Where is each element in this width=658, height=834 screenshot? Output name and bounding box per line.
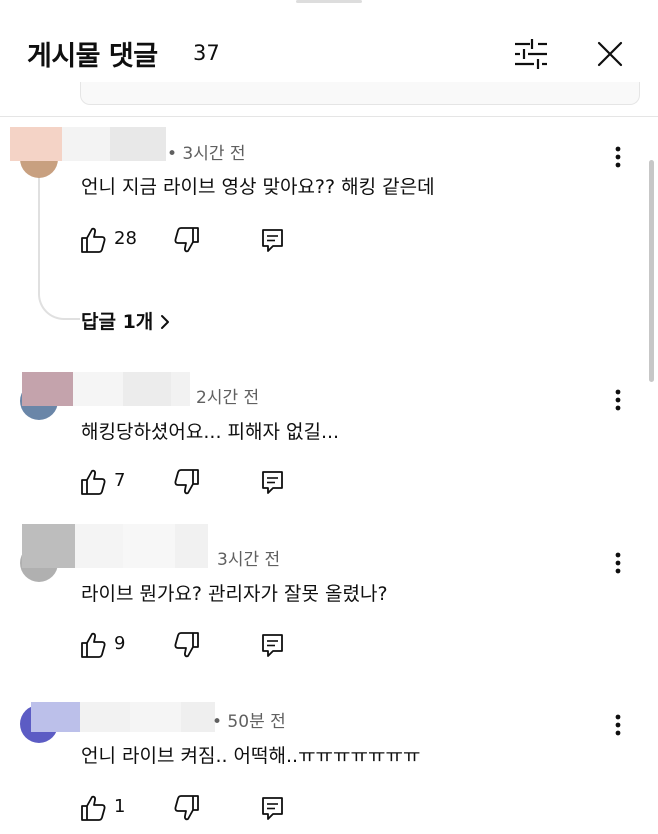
more-vertical-icon[interactable]: [606, 386, 630, 414]
comment-icon[interactable]: [260, 631, 286, 659]
comment-timestamp: 3시간 전: [217, 550, 281, 570]
like-count: 9: [114, 633, 126, 654]
view-replies-link[interactable]: 답글 1개: [81, 307, 171, 334]
comment-actions: 9: [80, 631, 300, 661]
comment-text: 라이브 뭔가요? 관리자가 잘못 올렸나?: [81, 583, 388, 605]
comment-actions: 28: [80, 226, 300, 256]
author-name-blurred[interactable]: [10, 127, 166, 161]
comment-icon[interactable]: [260, 468, 286, 496]
comment-text: 해킹당하셨어요... 피해자 없길...: [81, 421, 340, 443]
comment-icon[interactable]: [260, 226, 286, 254]
comment-timestamp: • 3시간 전: [167, 144, 246, 164]
sliders-icon[interactable]: [510, 36, 550, 70]
header-divider: [0, 116, 658, 117]
thumbs-down-icon[interactable]: [174, 468, 200, 496]
more-vertical-icon[interactable]: [606, 143, 630, 171]
comments-header: 게시물 댓글 37: [0, 0, 658, 94]
author-name-blurred[interactable]: [22, 372, 190, 406]
comment-timestamp: 2시간 전: [196, 388, 260, 408]
author-name-blurred[interactable]: [31, 702, 215, 732]
chevron-right-icon: [159, 313, 171, 331]
comment-timestamp: • 50분 전: [212, 712, 286, 732]
comment-actions: 7: [80, 468, 300, 498]
thumbs-down-icon[interactable]: [174, 226, 200, 254]
like-count: 7: [114, 470, 126, 491]
comment-text: 언니 지금 라이브 영상 맞아요?? 해킹 같은데: [81, 176, 435, 198]
thumbs-down-icon[interactable]: [174, 794, 200, 822]
scrollbar[interactable]: [648, 118, 658, 834]
thumbs-up-icon[interactable]: [80, 468, 106, 496]
more-vertical-icon[interactable]: [606, 549, 630, 577]
page-title: 게시물 댓글: [27, 41, 158, 72]
comment-count: 37: [193, 41, 220, 65]
more-vertical-icon[interactable]: [606, 711, 630, 739]
like-count: 1: [114, 796, 126, 817]
author-name-blurred[interactable]: [22, 524, 208, 568]
thumbs-down-icon[interactable]: [174, 631, 200, 659]
comment-input-area[interactable]: [80, 82, 640, 105]
comment-text: 언니 라이브 켜짐.. 어떡해..ㅠㅠㅠㅠㅠㅠㅠ: [81, 745, 421, 767]
close-icon[interactable]: [590, 34, 630, 74]
scrollbar-thumb[interactable]: [649, 160, 654, 382]
thumbs-up-icon[interactable]: [80, 794, 106, 822]
comment-actions: 1: [80, 794, 300, 824]
thread-line: [38, 176, 80, 320]
replies-label: 답글 1개: [81, 311, 154, 333]
thumbs-up-icon[interactable]: [80, 631, 106, 659]
comment-icon[interactable]: [260, 794, 286, 822]
thumbs-up-icon[interactable]: [80, 226, 106, 254]
like-count: 28: [114, 228, 137, 249]
